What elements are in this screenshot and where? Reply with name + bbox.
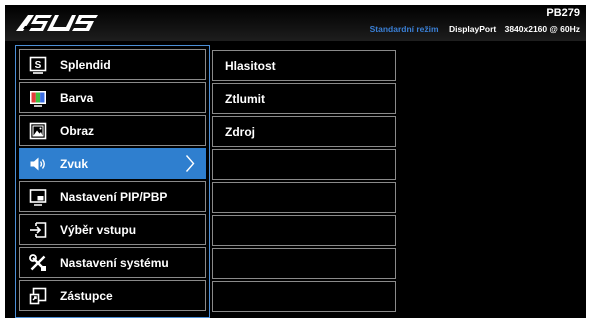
color-icon xyxy=(28,88,48,108)
menu-item-splendid[interactable]: S Splendid xyxy=(19,49,206,80)
speaker-icon xyxy=(28,154,48,174)
input-port-label: DisplayPort xyxy=(448,24,497,34)
sound-submenu: Hlasitost Ztlumit Zdroj xyxy=(212,50,396,314)
model-name: PB279 xyxy=(546,7,580,19)
splendid-icon: S xyxy=(28,55,48,75)
tools-icon xyxy=(28,253,48,273)
submenu-item-empty xyxy=(212,281,396,312)
status-bar: Standardní režim DisplayPort 3840x2160 @… xyxy=(370,24,580,34)
submenu-item-empty xyxy=(212,248,396,279)
main-menu: S Splendid Barva Obraz Zvuk Nastavení PI… xyxy=(15,45,210,318)
svg-text:S: S xyxy=(35,60,42,71)
menu-item-label: Zvuk xyxy=(60,156,89,171)
preset-mode-label: Standardní režim xyxy=(369,24,439,34)
submenu-item-volume[interactable]: Hlasitost xyxy=(212,50,396,81)
submenu-item-mute[interactable]: Ztlumit xyxy=(212,83,396,114)
resolution-label: 3840x2160 @ 60Hz xyxy=(504,24,580,34)
osd-window: PB279 Standardní režim DisplayPort 3840x… xyxy=(5,5,586,318)
image-icon xyxy=(28,121,48,141)
menu-item-pip-pbp[interactable]: Nastavení PIP/PBP xyxy=(19,181,206,212)
menu-item-image[interactable]: Obraz xyxy=(19,115,206,146)
submenu-item-source[interactable]: Zdroj xyxy=(212,116,396,147)
submenu-item-empty xyxy=(212,182,396,213)
menu-item-label: Nastavení PIP/PBP xyxy=(60,189,168,204)
menu-item-shortcut[interactable]: Zástupce xyxy=(19,280,206,311)
submenu-item-empty xyxy=(212,215,396,246)
input-icon xyxy=(28,220,48,240)
asus-logo xyxy=(16,15,98,31)
menu-item-sound[interactable]: Zvuk xyxy=(19,148,206,179)
osd-header: PB279 Standardní režim DisplayPort 3840x… xyxy=(5,5,586,41)
submenu-item-empty xyxy=(212,149,396,180)
chevron-right-icon xyxy=(185,155,195,172)
menu-item-label: Zástupce xyxy=(60,288,113,303)
menu-item-label: Barva xyxy=(60,90,94,105)
menu-item-system-setup[interactable]: Nastavení systému xyxy=(19,247,206,278)
menu-item-label: Splendid xyxy=(60,57,111,72)
shortcut-icon xyxy=(28,286,48,306)
menu-item-label: Obraz xyxy=(60,123,95,138)
menu-item-input-select[interactable]: Výběr vstupu xyxy=(19,214,206,245)
menu-item-color[interactable]: Barva xyxy=(19,82,206,113)
menu-item-label: Nastavení systému xyxy=(60,255,169,270)
menu-item-label: Výběr vstupu xyxy=(60,222,137,237)
pip-icon xyxy=(28,187,48,207)
